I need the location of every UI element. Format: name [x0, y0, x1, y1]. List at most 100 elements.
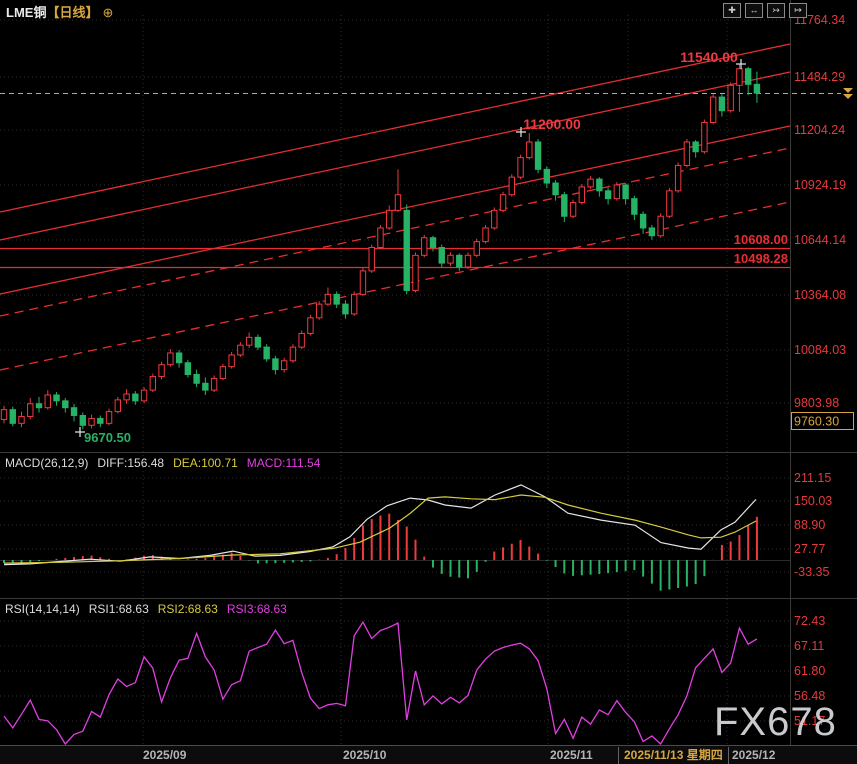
price-annotation: 11540.00 [680, 49, 738, 65]
candle-body [579, 187, 584, 203]
candle-body [141, 390, 146, 401]
candle-body [614, 185, 619, 199]
candle-body [518, 158, 523, 178]
rsi-params-label: RSI(14,14,14) [5, 602, 80, 616]
candle-body [211, 378, 216, 390]
candle-body [264, 347, 269, 359]
period-label: 【日线】 [46, 5, 98, 20]
candle-body [737, 69, 742, 86]
macd-axis-label: -33.35 [794, 565, 829, 579]
rsi1-value: RSI1:68.63 [89, 602, 149, 616]
price-axis-label: 10084.03 [794, 343, 846, 357]
candle-body [299, 333, 304, 347]
candle-body [745, 69, 750, 85]
chart-canvas[interactable]: 10608.0010498.2811540.0011200.009670.501… [0, 0, 857, 764]
candle-body [150, 376, 155, 390]
macd-header: MACD(26,12,9)DIFF:156.48DEA:100.71MACD:1… [5, 456, 329, 470]
macd-axis-label: 150.03 [794, 494, 832, 508]
rsi-line [4, 622, 757, 744]
time-axis-label: 2025/11 [550, 748, 593, 762]
support-level-label: 10608.00 [734, 232, 788, 247]
candle-body [71, 408, 76, 416]
candle-body [360, 271, 365, 294]
macd-macd-value: MACD:111.54 [247, 456, 321, 470]
candle-body [605, 191, 610, 199]
price-annotation: 9670.50 [84, 430, 131, 445]
candle-body [658, 216, 663, 236]
candle-body [640, 214, 645, 228]
candle-body [1, 410, 6, 420]
candle-body [45, 395, 50, 408]
candle-body [19, 416, 24, 423]
candle-body [728, 85, 733, 110]
candle-body [281, 361, 286, 370]
watermark: FX678 [714, 700, 837, 745]
candle-body [500, 195, 505, 211]
trendline-dashed [0, 202, 790, 370]
rsi2-value: RSI2:68.63 [158, 602, 218, 616]
macd-axis-label: 88.90 [794, 518, 825, 532]
time-axis-label: 2025/12 [732, 748, 775, 762]
crosshair-icon[interactable]: ✚ [723, 3, 741, 18]
macd-diff-value: DIFF:156.48 [97, 456, 164, 470]
candle-body [693, 142, 698, 152]
shift-right-icon[interactable]: ↦ [789, 3, 807, 18]
candle-body [168, 353, 173, 365]
candle-body [544, 169, 549, 183]
target-icon[interactable]: ⊕ [102, 5, 113, 20]
price-axis-label: 9803.98 [794, 396, 839, 410]
boxed-price-label: 9760.30 [794, 415, 839, 429]
candle-body [684, 142, 689, 165]
candle-body [229, 355, 234, 367]
candle-body [553, 183, 558, 195]
macd-axis-label: 27.77 [794, 542, 825, 556]
candle-body [63, 401, 68, 408]
candle-body [509, 177, 514, 195]
macd-dea-value: DEA:100.71 [173, 456, 238, 470]
candle-body [106, 412, 111, 424]
candle-body [483, 228, 488, 242]
rsi-axis-label: 67.11 [794, 639, 824, 653]
candle-body [465, 255, 470, 267]
candle-body [54, 395, 59, 401]
last-price-marker-icon [843, 88, 853, 99]
candle-body [439, 247, 444, 263]
price-axis-label: 10924.19 [794, 178, 846, 192]
candle-body [387, 210, 392, 228]
candle-body [238, 345, 243, 355]
candle-body [352, 294, 357, 314]
candle-body [369, 247, 374, 270]
candle-body [133, 394, 138, 401]
candle-body [675, 165, 680, 190]
rsi-header: RSI(14,14,14) RSI1:68.63 RSI2:68.63 RSI3:68… [5, 602, 296, 616]
rsi3-value: RSI3:68.63 [227, 602, 287, 616]
candle-body [710, 97, 715, 122]
candle-body [308, 318, 313, 334]
price-annotation: 11200.00 [523, 116, 581, 132]
candle-body [570, 203, 575, 217]
candle-body [159, 365, 164, 377]
candle-body [343, 304, 348, 314]
candle-body [194, 374, 199, 383]
macd-axis-label: 211.15 [794, 471, 831, 485]
price-axis-label: 11204.24 [794, 123, 845, 137]
time-axis: 2025/092025/102025/112025/11/13 星期四2025/… [0, 745, 857, 764]
candle-body [667, 191, 672, 216]
candle-body [10, 410, 15, 424]
candle-body [422, 238, 427, 256]
candle-body [316, 304, 321, 318]
candle-body [492, 210, 497, 228]
candle-body [28, 404, 33, 417]
candle-body [457, 255, 462, 267]
fit-horizontal-icon[interactable]: ↔ [745, 3, 763, 18]
candle-body [290, 347, 295, 361]
play-forward-icon[interactable]: ↣ [767, 3, 785, 18]
candle-body [378, 228, 383, 248]
candle-body [325, 294, 330, 304]
candle-body [220, 367, 225, 379]
candle-body [588, 179, 593, 187]
rsi-axis-label: 61.80 [794, 664, 825, 678]
time-axis-highlight-label: 2025/11/13 星期四 [618, 747, 729, 764]
candle-body [597, 179, 602, 191]
price-axis-label: 10644.14 [794, 233, 846, 247]
